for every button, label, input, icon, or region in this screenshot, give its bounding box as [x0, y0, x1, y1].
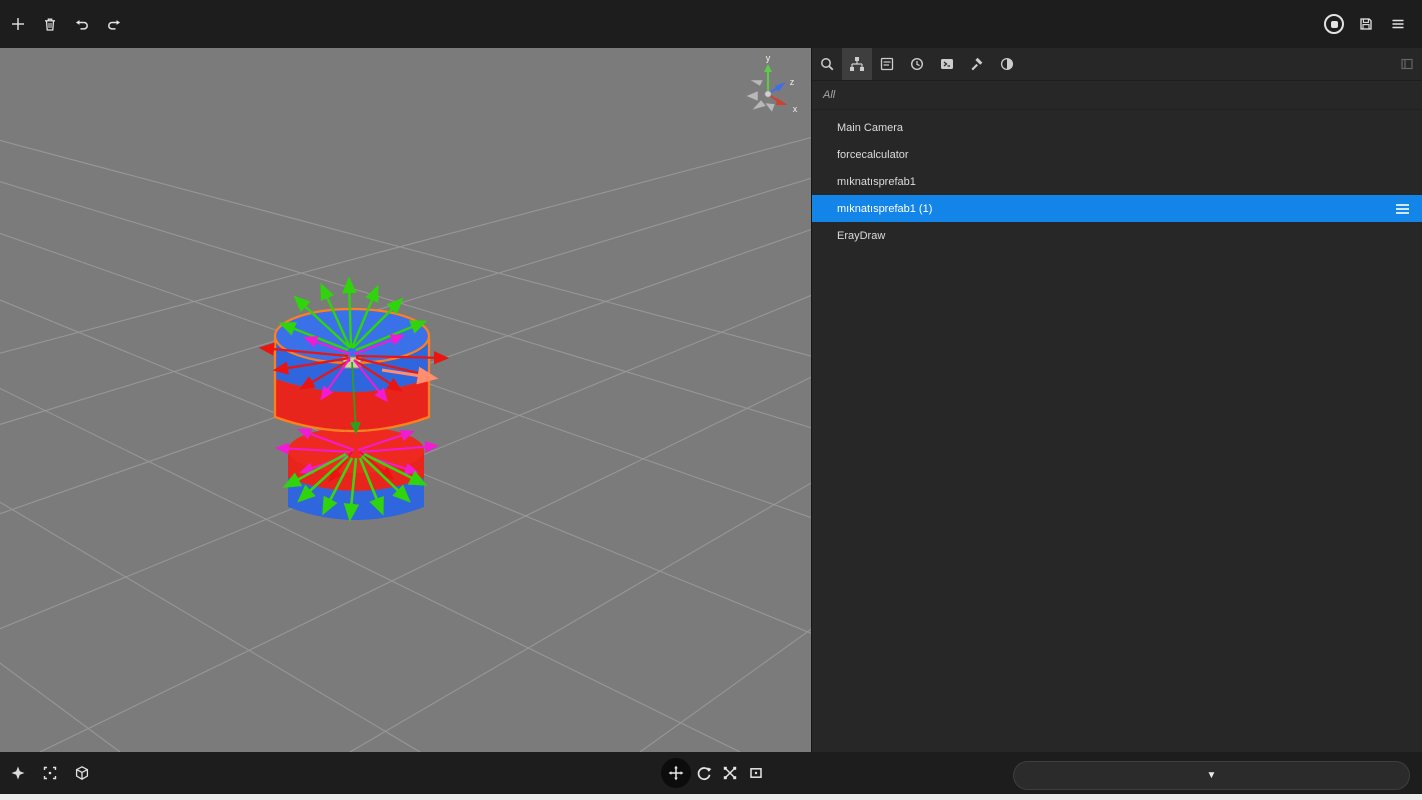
- scene-viewport[interactable]: y z x: [0, 48, 811, 752]
- console-icon: [939, 56, 955, 72]
- redo-icon: [106, 16, 122, 32]
- x-axis-label: x: [793, 104, 798, 114]
- pivot-mode-button[interactable]: [66, 757, 98, 789]
- undo-button[interactable]: [66, 8, 98, 40]
- orientation-gizmo[interactable]: y z x: [730, 50, 808, 130]
- main-menu-button[interactable]: [1382, 8, 1414, 40]
- tab-history[interactable]: [902, 48, 932, 80]
- hierarchy-icon: [849, 56, 865, 72]
- scene-canvas[interactable]: [0, 48, 811, 752]
- panel-options-button[interactable]: [1392, 48, 1422, 80]
- panel-options-icon: [1399, 56, 1415, 72]
- scale-tool-button[interactable]: [717, 760, 743, 786]
- tools-icon: [969, 56, 985, 72]
- hierarchy-item-label: ErayDraw: [837, 230, 1410, 242]
- delete-button[interactable]: [34, 8, 66, 40]
- move-icon: [668, 765, 684, 781]
- save-icon: [1358, 16, 1374, 32]
- y-axis-label: y: [766, 53, 771, 63]
- star-icon: [10, 765, 26, 781]
- tab-console[interactable]: [932, 48, 962, 80]
- hierarchy-panel: All Main Camera forcecalculator mıknatıs…: [811, 48, 1422, 752]
- hierarchy-item-selected[interactable]: mıknatısprefab1 (1): [812, 195, 1422, 222]
- frame-icon: [42, 765, 58, 781]
- hierarchy-item[interactable]: ErayDraw: [812, 222, 1422, 249]
- add-icon: [10, 16, 26, 32]
- undo-icon: [74, 16, 90, 32]
- panel-tabbar: [812, 48, 1422, 81]
- top-toolbar-right: [1318, 8, 1414, 40]
- save-button[interactable]: [1350, 8, 1382, 40]
- tab-hierarchy[interactable]: [842, 48, 872, 80]
- tab-inspector[interactable]: [872, 48, 902, 80]
- window-edge: [0, 794, 1422, 800]
- hierarchy-item[interactable]: forcecalculator: [812, 141, 1422, 168]
- scale-icon: [722, 765, 738, 781]
- top-toolbar: [0, 0, 1422, 48]
- top-toolbar-left: [2, 8, 130, 40]
- search-icon: [819, 56, 835, 72]
- bottom-left-tools: [2, 757, 98, 789]
- hierarchy-item[interactable]: Main Camera: [812, 114, 1422, 141]
- cube-icon: [74, 765, 90, 781]
- hierarchy-item-label: Main Camera: [837, 122, 1410, 134]
- add-button[interactable]: [2, 8, 34, 40]
- rotate-icon: [696, 765, 712, 781]
- tab-theme[interactable]: [992, 48, 1022, 80]
- stop-record-icon: [1324, 14, 1344, 34]
- inspector-icon: [879, 56, 895, 72]
- filter-label: All: [823, 89, 835, 101]
- hierarchy-item-label: mıknatısprefab1: [837, 176, 1410, 188]
- snap-button[interactable]: [2, 757, 34, 789]
- trash-icon: [42, 16, 58, 32]
- redo-button[interactable]: [98, 8, 130, 40]
- tab-search[interactable]: [812, 48, 842, 80]
- hierarchy-item-label: mıknatısprefab1 (1): [837, 203, 1395, 215]
- menu-icon: [1390, 16, 1406, 32]
- rect-tool-button[interactable]: [743, 760, 769, 786]
- scene-dropdown[interactable]: ▼: [1013, 761, 1410, 790]
- tab-tools[interactable]: [962, 48, 992, 80]
- editor-window: y z x: [0, 0, 1422, 800]
- move-tool-button[interactable]: [661, 758, 691, 788]
- hierarchy-item-label: forcecalculator: [837, 149, 1410, 161]
- rect-tool-icon: [748, 765, 764, 781]
- history-icon: [909, 56, 925, 72]
- hierarchy-item[interactable]: mıknatısprefab1: [812, 168, 1422, 195]
- rotate-tool-button[interactable]: [691, 760, 717, 786]
- item-menu-button[interactable]: [1395, 203, 1410, 215]
- hierarchy-filter[interactable]: All: [812, 81, 1422, 110]
- transform-tools: [661, 752, 769, 794]
- frame-select-button[interactable]: [34, 757, 66, 789]
- z-axis-label: z: [790, 77, 795, 87]
- bottom-toolbar: ▼: [0, 752, 1422, 800]
- hierarchy-list: Main Camera forcecalculator mıknatıspref…: [812, 110, 1422, 752]
- stop-record-button[interactable]: [1318, 8, 1350, 40]
- main-area: y z x: [0, 48, 1422, 752]
- magnet-object[interactable]: [262, 280, 446, 520]
- theme-icon: [999, 56, 1015, 72]
- dropdown-arrow-icon: ▼: [1207, 770, 1217, 781]
